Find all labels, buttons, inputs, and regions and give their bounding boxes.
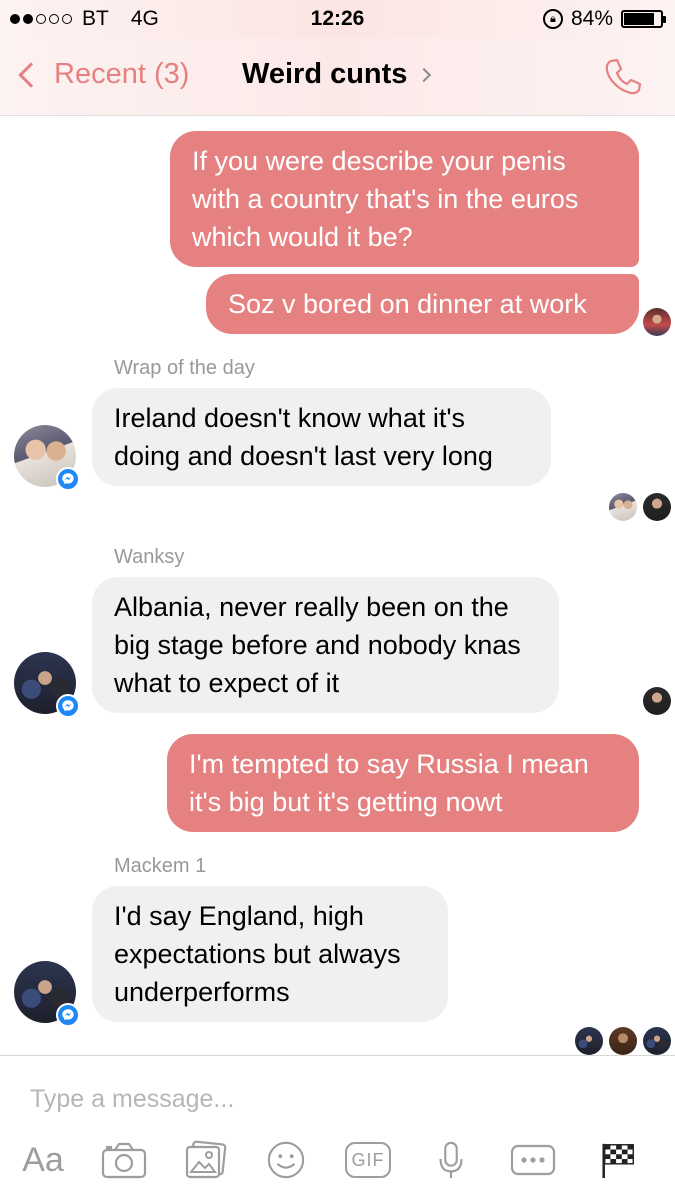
- more-icon[interactable]: [510, 1140, 556, 1180]
- back-label: Recent (3): [54, 58, 190, 90]
- rotation-lock-icon: 🔒︎: [542, 9, 563, 29]
- status-right: 🔒︎ 84%: [542, 7, 666, 31]
- read-receipt-avatar: [643, 493, 671, 521]
- outgoing-message[interactable]: Soz v bored on dinner at work: [206, 274, 639, 334]
- message-composer: Aa GIF: [0, 1055, 675, 1200]
- outgoing-message[interactable]: If you were describe your penis with a c…: [170, 131, 639, 267]
- messenger-badge-icon: [56, 1003, 80, 1027]
- navigation-bar: Recent (3) Weird cunts: [0, 38, 675, 116]
- camera-icon[interactable]: [100, 1140, 148, 1180]
- sender-name: Mackem 1: [114, 855, 207, 877]
- incoming-message[interactable]: Albania, never really been on the big st…: [92, 577, 559, 713]
- phone-call-icon[interactable]: [602, 56, 644, 98]
- read-receipt-avatar: [609, 493, 637, 521]
- conversation-title: Weird cunts: [242, 58, 408, 90]
- messenger-badge-icon: [56, 467, 80, 491]
- messenger-badge-icon: [56, 694, 80, 718]
- sender-name: Wanksy: [114, 546, 185, 568]
- read-receipt-avatar: [575, 1027, 603, 1055]
- message-input[interactable]: [30, 1082, 630, 1116]
- checkered-flag-icon[interactable]: [598, 1140, 638, 1180]
- gif-button[interactable]: GIF: [345, 1142, 391, 1178]
- sender-name: Wrap of the day: [114, 357, 255, 379]
- read-receipt-avatar: [609, 1027, 637, 1055]
- battery-percent: 84%: [570, 7, 613, 30]
- read-receipt-avatar: [643, 687, 671, 715]
- conversation-title-button[interactable]: Weird cunts: [242, 58, 432, 91]
- outgoing-message[interactable]: I'm tempted to say Russia I mean it's bi…: [167, 734, 639, 832]
- back-button[interactable]: Recent (3): [14, 58, 189, 91]
- messenger-thread-screen: { "status_bar": { "carrier": "BT", "netw…: [0, 0, 675, 1200]
- text-format-button[interactable]: Aa: [20, 1140, 66, 1180]
- microphone-icon[interactable]: [436, 1140, 466, 1180]
- incoming-message[interactable]: Ireland doesn't know what it's doing and…: [92, 388, 551, 486]
- gif-label: GIF: [351, 1149, 385, 1170]
- read-receipt-avatar: [643, 308, 671, 336]
- gallery-icon[interactable]: [184, 1140, 228, 1180]
- battery-fill: [624, 13, 655, 25]
- chevron-left-icon: [18, 61, 44, 88]
- chevron-right-icon: [417, 67, 432, 82]
- read-receipt-avatar: [643, 1027, 671, 1055]
- incoming-message[interactable]: I'd say England, high expectations but a…: [92, 886, 448, 1022]
- battery-icon: [621, 10, 666, 28]
- emoji-icon[interactable]: [265, 1140, 307, 1180]
- status-bar: BT 4G 12:26 🔒︎ 84%: [0, 0, 675, 38]
